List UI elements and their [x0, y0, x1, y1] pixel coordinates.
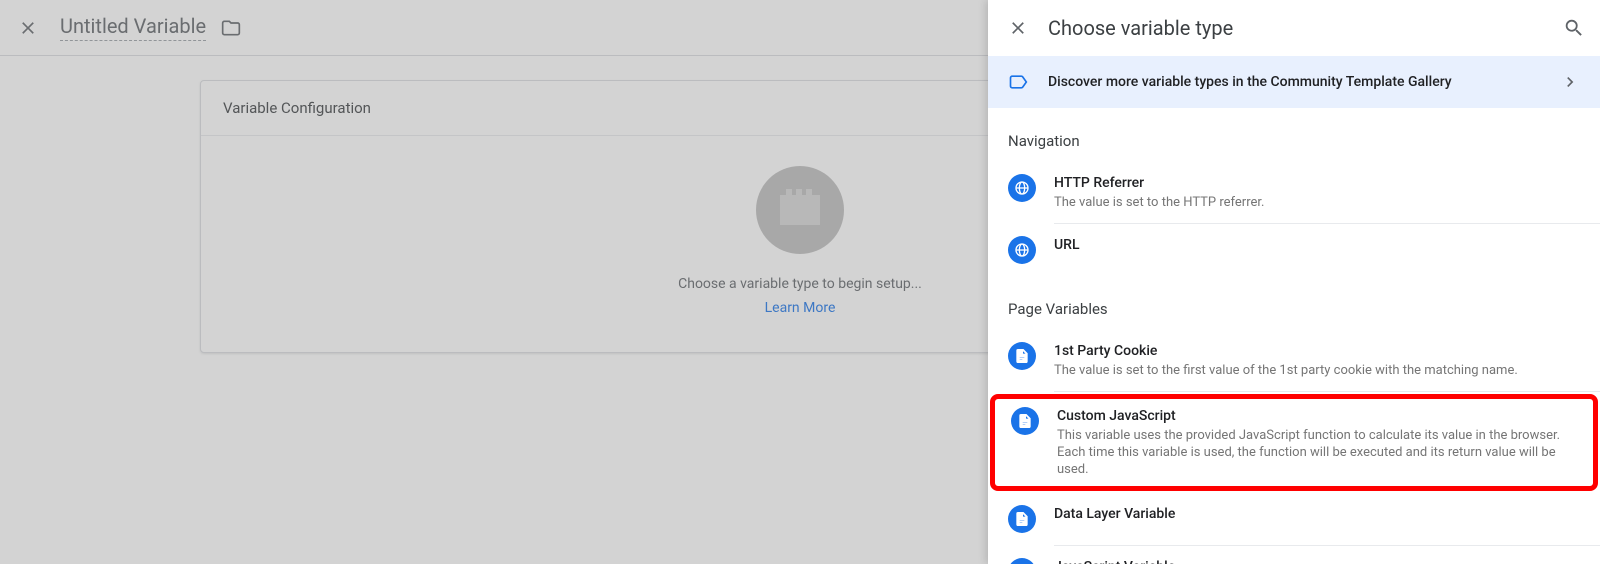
- variable-type-item[interactable]: 1st Party Cookie The value is set to the …: [988, 330, 1600, 391]
- banner-text: Discover more variable types in the Comm…: [1048, 74, 1560, 90]
- label-icon: [1008, 72, 1028, 92]
- separator: [1054, 391, 1600, 392]
- item-description: The value is set to the first value of t…: [1054, 362, 1580, 379]
- close-panel-button[interactable]: [1006, 16, 1030, 40]
- variable-type-item[interactable]: Custom JavaScript This variable uses the …: [990, 394, 1598, 491]
- variable-type-item[interactable]: Data Layer Variable: [988, 493, 1600, 545]
- chevron-right-icon: [1560, 72, 1580, 92]
- page-icon: [1008, 558, 1036, 564]
- learn-more-link[interactable]: Learn More: [765, 300, 836, 316]
- page-icon: [1011, 407, 1039, 435]
- close-editor-button[interactable]: [16, 16, 40, 40]
- variable-type-item[interactable]: URL: [988, 224, 1600, 276]
- page-icon: [1008, 505, 1036, 533]
- item-title: Custom JavaScript: [1057, 407, 1577, 425]
- panel-header: Choose variable type: [988, 0, 1600, 56]
- item-description: This variable uses the provided JavaScri…: [1057, 427, 1577, 478]
- community-gallery-banner[interactable]: Discover more variable types in the Comm…: [988, 56, 1600, 108]
- folder-icon[interactable]: [220, 17, 242, 39]
- panel-title: Choose variable type: [1048, 16, 1562, 40]
- search-button[interactable]: [1562, 16, 1586, 40]
- item-title: 1st Party Cookie: [1054, 342, 1580, 360]
- globe-icon: [1008, 174, 1036, 202]
- section-title: Navigation: [988, 108, 1600, 162]
- item-description: The value is set to the HTTP referrer.: [1054, 194, 1580, 211]
- variable-name-input[interactable]: Untitled Variable: [60, 14, 206, 41]
- globe-icon: [1008, 236, 1036, 264]
- item-title: Data Layer Variable: [1054, 505, 1580, 523]
- variable-type-item[interactable]: JavaScript VariableThe value is set to t…: [988, 546, 1600, 564]
- item-title: URL: [1054, 236, 1580, 254]
- placeholder-prompt: Choose a variable type to begin setup...: [678, 276, 922, 292]
- item-title: HTTP Referrer: [1054, 174, 1580, 192]
- item-title: JavaScript Variable: [1054, 558, 1580, 564]
- page-icon: [1008, 342, 1036, 370]
- variable-type-panel: Choose variable type Discover more varia…: [988, 0, 1600, 564]
- variable-type-item[interactable]: HTTP Referrer The value is set to the HTT…: [988, 162, 1600, 223]
- panel-scroll[interactable]: Discover more variable types in the Comm…: [988, 56, 1600, 564]
- placeholder-icon: [756, 166, 844, 254]
- section-title: Page Variables: [988, 276, 1600, 330]
